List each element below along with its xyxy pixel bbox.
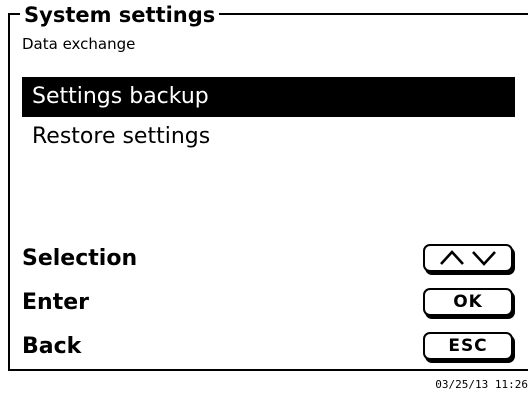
ok-key[interactable]: OK (423, 288, 513, 316)
frame-left-border (8, 13, 10, 370)
status-timestamp: 03/25/13 11:26 (435, 378, 528, 391)
selection-key[interactable] (423, 244, 513, 272)
frame-bottom-border (8, 369, 528, 371)
esc-key[interactable]: ESC (423, 332, 513, 360)
back-label: Back (22, 334, 82, 359)
selection-label: Selection (22, 246, 138, 271)
menu-item-restore-settings[interactable]: Restore settings (22, 117, 515, 157)
enter-label: Enter (22, 290, 89, 315)
page-subtitle: Data exchange (22, 35, 136, 53)
up-down-arrows-icon (440, 250, 496, 266)
menu-item-settings-backup[interactable]: Settings backup (22, 77, 515, 117)
page-title: System settings (20, 3, 220, 27)
